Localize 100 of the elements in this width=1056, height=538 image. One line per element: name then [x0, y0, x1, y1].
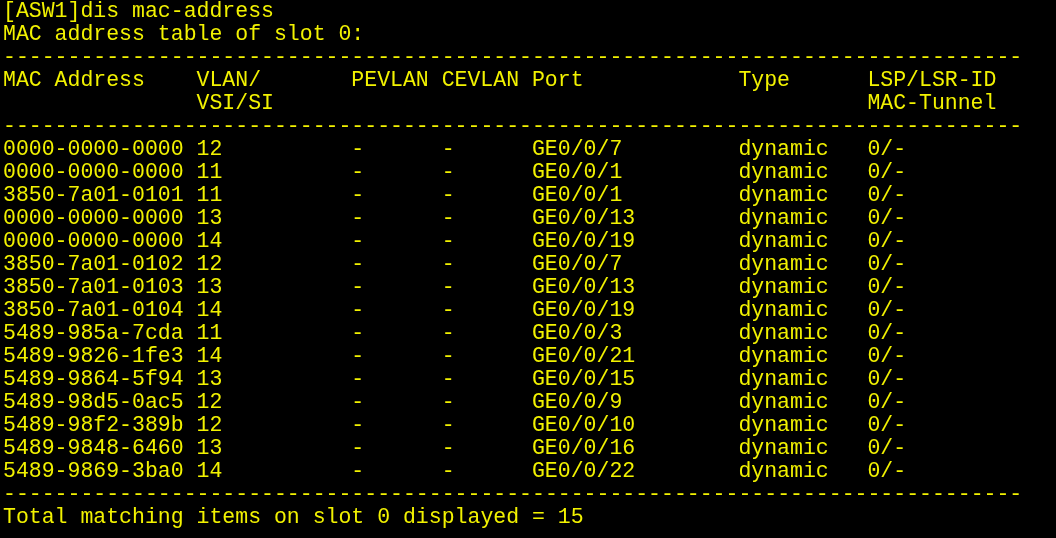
lsp-cell: 0/-	[867, 276, 907, 299]
pevlan-cell: -	[351, 184, 365, 207]
port-cell: GE0/0/3	[531, 322, 623, 345]
port-cell: GE0/0/1	[531, 184, 623, 207]
summary-line: Total matching items on slot 0 displayed = 15	[3, 506, 584, 529]
type-cell: dynamic	[738, 299, 829, 322]
port-cell: GE0/0/9	[531, 391, 623, 414]
port-cell: GE0/0/10	[531, 414, 636, 437]
separator-line: -------------------------------------------------------------------------------	[3, 483, 1023, 506]
column-header: VLAN/	[196, 69, 262, 92]
vlan-cell: 14	[196, 460, 223, 483]
vlan-cell: 11	[196, 322, 223, 345]
column-header: Port	[531, 69, 584, 92]
type-cell: dynamic	[738, 322, 829, 345]
pevlan-cell: -	[351, 207, 365, 230]
pevlan-cell: -	[351, 253, 365, 276]
cevlan-cell: -	[441, 414, 455, 437]
column-header: PEVLAN	[351, 69, 429, 92]
mac-address-cell: 5489-985a-7cda	[3, 322, 184, 345]
cevlan-cell: -	[441, 322, 455, 345]
type-cell: dynamic	[738, 414, 829, 437]
lsp-cell: 0/-	[867, 322, 907, 345]
lsp-cell: 0/-	[867, 230, 907, 253]
pevlan-cell: -	[351, 368, 365, 391]
lsp-cell: 0/-	[867, 184, 907, 207]
table-title: MAC address table of slot 0:	[3, 23, 365, 46]
cevlan-cell: -	[441, 345, 455, 368]
port-cell: GE0/0/22	[531, 460, 636, 483]
type-cell: dynamic	[738, 345, 829, 368]
type-cell: dynamic	[738, 207, 829, 230]
mac-address-cell: 3850-7a01-0104	[3, 299, 184, 322]
cevlan-cell: -	[441, 184, 455, 207]
separator-line: -------------------------------------------------------------------------------	[3, 115, 1023, 138]
mac-address-cell: 5489-98f2-389b	[3, 414, 184, 437]
cevlan-cell: -	[441, 253, 455, 276]
vlan-cell: 14	[196, 345, 223, 368]
column-header: MAC Address	[3, 69, 145, 92]
lsp-cell: 0/-	[867, 345, 907, 368]
pevlan-cell: -	[351, 345, 365, 368]
port-cell: GE0/0/13	[531, 207, 636, 230]
pevlan-cell: -	[351, 414, 365, 437]
port-cell: GE0/0/16	[531, 437, 636, 460]
vlan-cell: 12	[196, 138, 223, 161]
mac-address-cell: 0000-0000-0000	[3, 230, 184, 253]
vlan-cell: 11	[196, 184, 223, 207]
lsp-cell: 0/-	[867, 207, 907, 230]
vlan-cell: 14	[196, 299, 223, 322]
cevlan-cell: -	[441, 161, 455, 184]
type-cell: dynamic	[738, 253, 829, 276]
column-header: VSI/SI	[196, 92, 274, 115]
separator-line: -------------------------------------------------------------------------------	[3, 46, 1023, 69]
mac-address-cell: 5489-9848-6460	[3, 437, 184, 460]
vlan-cell: 13	[196, 276, 223, 299]
cevlan-cell: -	[441, 437, 455, 460]
type-cell: dynamic	[738, 460, 829, 483]
mac-address-cell: 3850-7a01-0101	[3, 184, 184, 207]
cevlan-cell: -	[441, 460, 455, 483]
pevlan-cell: -	[351, 299, 365, 322]
vlan-cell: 11	[196, 161, 223, 184]
mac-address-cell: 5489-9826-1fe3	[3, 345, 184, 368]
type-cell: dynamic	[738, 230, 829, 253]
cevlan-cell: -	[441, 230, 455, 253]
lsp-cell: 0/-	[867, 437, 907, 460]
type-cell: dynamic	[738, 391, 829, 414]
lsp-cell: 0/-	[867, 414, 907, 437]
cevlan-cell: -	[441, 299, 455, 322]
cevlan-cell: -	[441, 276, 455, 299]
pevlan-cell: -	[351, 138, 365, 161]
column-header: Type	[738, 69, 790, 92]
port-cell: GE0/0/19	[531, 299, 636, 322]
column-header: CEVLAN	[441, 69, 520, 92]
pevlan-cell: -	[351, 460, 365, 483]
mac-address-cell: 0000-0000-0000	[3, 138, 184, 161]
lsp-cell: 0/-	[867, 161, 907, 184]
mac-address-cell: 0000-0000-0000	[3, 207, 184, 230]
vlan-cell: 14	[196, 230, 223, 253]
lsp-cell: 0/-	[867, 299, 907, 322]
vlan-cell: 12	[196, 253, 223, 276]
vlan-cell: 12	[196, 414, 223, 437]
pevlan-cell: -	[351, 322, 365, 345]
cevlan-cell: -	[441, 368, 455, 391]
port-cell: GE0/0/13	[531, 276, 636, 299]
type-cell: dynamic	[738, 161, 829, 184]
mac-address-cell: 3850-7a01-0103	[3, 276, 184, 299]
pevlan-cell: -	[351, 276, 365, 299]
mac-address-cell: 5489-9864-5f94	[3, 368, 184, 391]
cevlan-cell: -	[441, 207, 455, 230]
type-cell: dynamic	[738, 276, 829, 299]
cevlan-cell: -	[441, 391, 455, 414]
port-cell: GE0/0/1	[531, 161, 623, 184]
port-cell: GE0/0/15	[531, 368, 636, 391]
lsp-cell: 0/-	[867, 460, 907, 483]
type-cell: dynamic	[738, 437, 829, 460]
type-cell: dynamic	[738, 138, 829, 161]
lsp-cell: 0/-	[867, 253, 907, 276]
lsp-cell: 0/-	[867, 138, 907, 161]
pevlan-cell: -	[351, 391, 365, 414]
lsp-cell: 0/-	[867, 368, 907, 391]
vlan-cell: 12	[196, 391, 223, 414]
port-cell: GE0/0/7	[531, 138, 623, 161]
